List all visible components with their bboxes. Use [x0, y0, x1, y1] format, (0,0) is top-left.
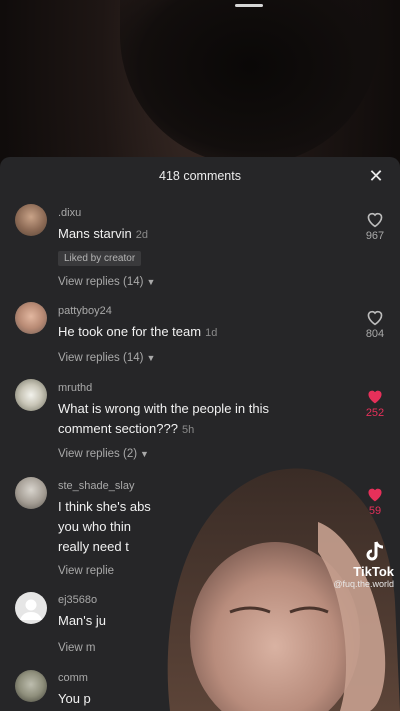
chevron-down-icon: ▼ — [140, 449, 149, 459]
avatar[interactable] — [15, 477, 47, 509]
comments-header: 418 comments ✕ — [0, 157, 400, 195]
comment-username[interactable]: ste_shade_slay — [58, 480, 134, 492]
chevron-down-icon: ▼ — [146, 353, 156, 363]
comment-text: What is wrong with the people in this com… — [58, 399, 328, 440]
tiktok-brand: TikTok — [353, 564, 394, 579]
like-count: 252 — [365, 407, 385, 419]
comment-username[interactable]: comm — [58, 672, 88, 684]
avatar[interactable] — [15, 670, 47, 702]
video-person-head — [120, 0, 380, 165]
comment-username[interactable]: pattyboy24 — [58, 305, 112, 317]
comment-body-line: really need t — [58, 539, 129, 554]
comment-body-line: you who thin — [58, 519, 131, 534]
comment-text: Mans starvin 2d — [58, 224, 328, 245]
chevron-down-icon: ▼ — [146, 277, 156, 287]
view-replies-label: View replies (14) — [58, 276, 144, 288]
comment-time: 5h — [181, 424, 195, 436]
comment-body-line: I think she's abs — [58, 499, 151, 514]
like-count: 804 — [365, 328, 385, 340]
avatar[interactable] — [15, 592, 47, 624]
like-button[interactable]: 252 — [362, 387, 388, 419]
avatar[interactable] — [15, 302, 47, 334]
view-replies-link[interactable]: View replie — [58, 565, 114, 577]
tiktok-watermark: TikTok @fuq.the.world — [333, 540, 394, 589]
view-replies-label: View replies (2) — [58, 448, 138, 460]
like-button[interactable]: 804 — [362, 308, 388, 340]
view-replies-link[interactable]: View m — [58, 642, 96, 654]
heart-filled-icon — [368, 390, 382, 404]
tiktok-handle: @fuq.the.world — [333, 579, 394, 589]
heart-outline-icon — [367, 310, 383, 326]
view-replies-link[interactable]: View replies (14) ▼ — [58, 276, 155, 288]
comment-time: 2d — [135, 229, 148, 241]
view-replies-label: View replie — [58, 565, 115, 577]
heart-outline-icon — [367, 212, 383, 228]
avatar[interactable] — [15, 204, 47, 236]
comment-time: 1d — [205, 327, 218, 339]
like-button[interactable]: 967 — [362, 210, 388, 242]
view-replies-link[interactable]: View replies (14) ▼ — [58, 352, 155, 364]
comment-body: He took one for the team — [58, 324, 202, 339]
default-avatar-icon — [20, 599, 42, 620]
view-replies-link[interactable]: View replies (2) ▼ — [58, 448, 149, 460]
tiktok-logo-icon — [366, 541, 384, 561]
comment-body-line: comment section??? — [58, 421, 178, 436]
comment-username[interactable]: ej3568o — [58, 594, 97, 606]
comment-body: Mans starvin — [58, 226, 132, 241]
comment-text: He took one for the team 1d — [58, 322, 328, 343]
like-count: 967 — [365, 230, 385, 242]
view-replies-label: View replies (14) — [58, 352, 144, 364]
comment-username[interactable]: mruthd — [58, 382, 92, 394]
comment-username[interactable]: .dixu — [58, 207, 81, 219]
avatar[interactable] — [15, 379, 47, 411]
comment-count: 418 comments — [159, 169, 241, 183]
comment-body-line: What is wrong with the people in this — [58, 401, 269, 416]
top-drag-handle[interactable] — [235, 4, 263, 7]
close-icon[interactable]: ✕ — [366, 166, 386, 186]
liked-by-creator-badge: Liked by creator — [58, 251, 142, 266]
